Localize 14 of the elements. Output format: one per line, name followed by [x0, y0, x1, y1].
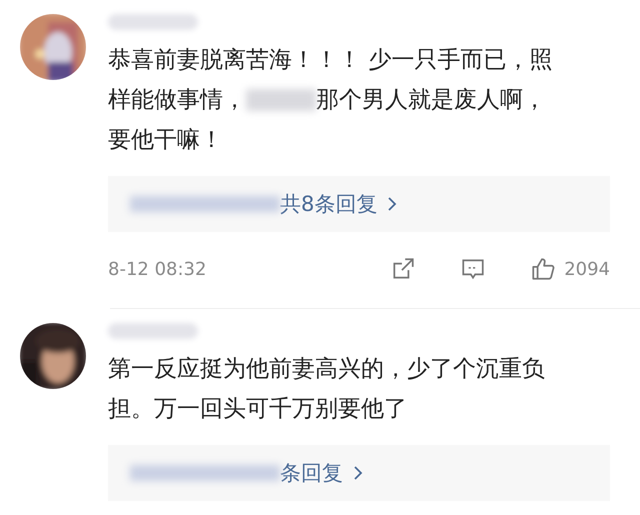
comment-text: 那个男人就是废人啊， — [316, 86, 546, 115]
comment-text: 担。万一回头可千万别要他了 — [108, 395, 407, 424]
like-count: 2094 — [564, 258, 610, 280]
comment-text: 第一反应挺为他前妻高兴的，少了个沉重负 — [108, 355, 545, 384]
comment-text: 样能做事情， — [108, 86, 246, 115]
replies-link[interactable]: 条回复 — [280, 459, 343, 487]
chevron-right-icon — [387, 196, 398, 212]
replies-link[interactable]: 共8条回复 — [280, 190, 378, 218]
comment-time: 8-12 08:32 — [108, 258, 206, 280]
chevron-right-icon — [353, 465, 363, 481]
comment-text: 恭喜前妻脱离苦海！！！ 少一只手而已，照 — [108, 46, 552, 75]
redacted-text — [246, 89, 316, 111]
thumbs-up-icon[interactable] — [530, 256, 556, 282]
comment-text: 要他干嘛！ — [108, 126, 223, 155]
